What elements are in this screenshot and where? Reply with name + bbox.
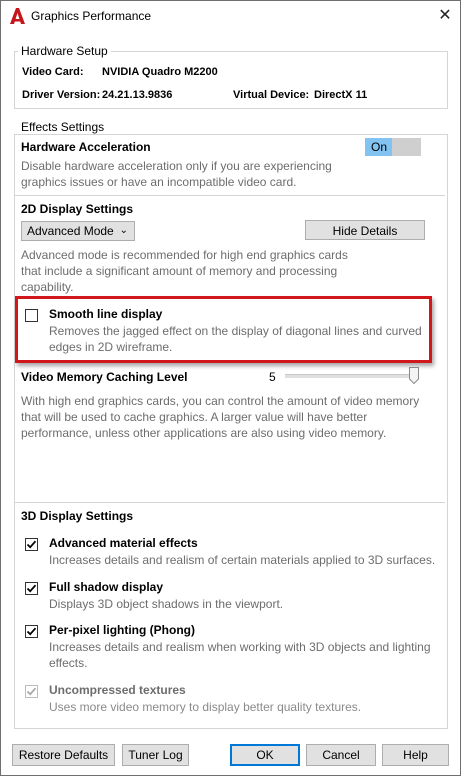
advanced-material-checkbox[interactable]	[25, 538, 38, 551]
driver-version-value: 24.21.13.9836	[102, 89, 173, 101]
check-icon	[26, 540, 37, 549]
hardware-setup-legend: Hardware Setup	[18, 44, 111, 58]
check-icon	[26, 584, 37, 593]
title-bar: Graphics Performance ✕	[1, 1, 460, 31]
autocad-a-icon	[10, 8, 25, 24]
display-2d-title: 2D Display Settings	[21, 202, 134, 216]
video-card-label: Video Card:	[22, 66, 84, 78]
video-memory-desc-3: performance, unless other applications a…	[21, 426, 387, 440]
hardware-acceleration-toggle[interactable]: On	[365, 138, 421, 156]
advanced-mode-desc-1: Advanced mode is recommended for high en…	[21, 248, 348, 262]
check-icon	[26, 687, 37, 696]
highlight-box	[15, 296, 432, 363]
display-3d-title: 3D Display Settings	[21, 509, 134, 523]
hide-details-button[interactable]: Hide Details	[305, 220, 425, 240]
driver-version-label: Driver Version:	[22, 89, 101, 101]
advanced-mode-desc-2: that include a significant amount of mem…	[21, 264, 338, 278]
full-shadow-title: Full shadow display	[49, 580, 164, 594]
video-memory-desc-1: With high end graphics cards, you can co…	[21, 394, 420, 408]
per-pixel-lighting-checkbox[interactable]	[25, 625, 38, 638]
advanced-material-title: Advanced material effects	[49, 536, 198, 550]
per-pixel-lighting-title: Per-pixel lighting (Phong)	[49, 623, 195, 637]
per-pixel-lighting-desc-1: Increases details and realism when worki…	[49, 640, 431, 654]
hardware-acceleration-desc-2: graphics issues or have an incompatible …	[21, 175, 297, 189]
divider	[15, 195, 445, 196]
virtual-device-label: Virtual Device:	[233, 89, 310, 101]
window-title: Graphics Performance	[31, 9, 152, 23]
graphics-performance-dialog: Graphics Performance ✕ Hardware Setup Vi…	[0, 0, 461, 776]
tuner-log-button[interactable]: Tuner Log	[122, 744, 189, 766]
uncompressed-textures-title: Uncompressed textures	[49, 683, 186, 697]
virtual-device-value: DirectX 11	[314, 89, 368, 101]
cancel-button[interactable]: Cancel	[306, 744, 376, 766]
effects-settings-legend: Effects Settings	[18, 120, 108, 134]
hardware-acceleration-desc-1: Disable hardware acceleration only if yo…	[21, 159, 332, 173]
close-button[interactable]: ✕	[433, 5, 457, 27]
advanced-material-desc: Increases details and realism of certain…	[49, 553, 436, 567]
video-memory-slider-thumb[interactable]	[409, 367, 419, 384]
uncompressed-textures-desc: Uses more video memory to display better…	[49, 700, 362, 714]
advanced-mode-desc-3: capability.	[21, 280, 74, 294]
uncompressed-textures-checkbox	[25, 685, 38, 698]
video-memory-desc-2: that will be used to cache graphics. A l…	[21, 410, 368, 424]
divider	[15, 502, 445, 503]
help-button[interactable]: Help	[382, 744, 449, 766]
per-pixel-lighting-desc-2: effects.	[49, 656, 88, 670]
hardware-acceleration-title: Hardware Acceleration	[21, 140, 151, 154]
ok-button[interactable]: OK	[230, 744, 300, 766]
close-icon: ✕	[438, 7, 452, 24]
full-shadow-desc: Displays 3D object shadows in the viewpo…	[49, 597, 284, 611]
video-memory-slider-track[interactable]	[285, 374, 419, 378]
chevron-down-icon: ⌄	[119, 225, 128, 236]
full-shadow-checkbox[interactable]	[25, 582, 38, 595]
display-mode-value: Advanced Mode	[27, 224, 114, 238]
restore-defaults-button[interactable]: Restore Defaults	[12, 744, 115, 766]
toggle-on-label: On	[365, 138, 392, 156]
video-memory-caching-title: Video Memory Caching Level	[21, 370, 188, 384]
video-memory-caching-value: 5	[269, 370, 276, 384]
check-icon	[26, 627, 37, 636]
video-card-value: NVIDIA Quadro M2200	[102, 66, 218, 78]
display-mode-dropdown[interactable]: Advanced Mode ⌄	[21, 221, 135, 241]
